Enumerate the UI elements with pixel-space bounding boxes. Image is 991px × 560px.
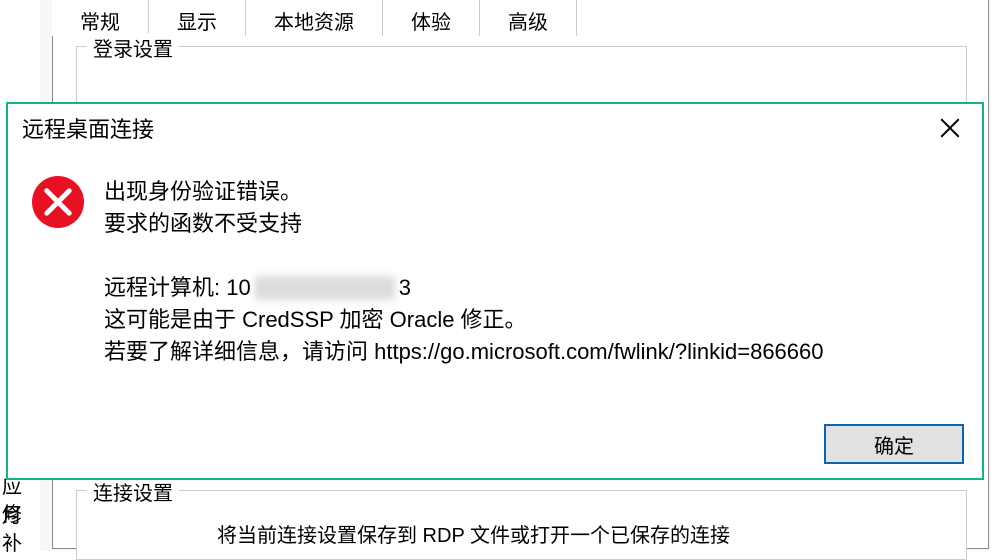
- error-dialog: 远程桌面连接 出现身份验证错误。 要求的函数不受支持 远程计算机: 10: [6, 102, 984, 480]
- tab-advanced[interactable]: 高级: [480, 0, 577, 36]
- tab-general[interactable]: 常规: [52, 0, 149, 36]
- msg-line-2: 要求的函数不受支持: [104, 208, 962, 240]
- tab-display[interactable]: 显示: [149, 0, 246, 36]
- tab-local[interactable]: 本地资源: [246, 0, 383, 36]
- dialog-footer: 确定: [824, 424, 964, 464]
- connection-settings-group: 连接设置 将当前连接设置保存到 RDP 文件或打开一个已保存的连接: [76, 490, 967, 560]
- remote-prefix: 远程计算机: 10: [104, 272, 251, 304]
- ok-button[interactable]: 确定: [824, 424, 964, 464]
- connection-settings-label: 连接设置: [87, 477, 179, 506]
- msg-line-5: 若要了解详细信息，请访问 https://go.microsoft.com/fw…: [104, 336, 962, 368]
- close-button[interactable]: [928, 110, 972, 146]
- left-label-b: 修补: [2, 498, 40, 556]
- dialog-titlebar: 远程桌面连接: [8, 104, 982, 148]
- close-icon: [940, 118, 960, 138]
- dialog-body: 出现身份验证错误。 要求的函数不受支持 远程计算机: 10 3 这可能是由于 C…: [8, 148, 982, 378]
- msg-line-4: 这可能是由于 CredSSP 加密 Oracle 修正。: [104, 304, 962, 336]
- icon-column: [32, 176, 104, 368]
- tab-experience[interactable]: 体验: [383, 0, 480, 36]
- error-x-icon: [32, 176, 84, 228]
- message-column: 出现身份验证错误。 要求的函数不受支持 远程计算机: 10 3 这可能是由于 C…: [104, 176, 962, 368]
- remote-suffix: 3: [399, 272, 411, 304]
- msg-remote-computer: 远程计算机: 10 3: [104, 272, 962, 304]
- tabs-row: 常规 显示 本地资源 体验 高级: [52, 0, 577, 36]
- login-settings-label: 登录设置: [87, 33, 179, 62]
- connection-settings-hint: 将当前连接设置保存到 RDP 文件或打开一个已保存的连接: [217, 519, 730, 548]
- redacted-ip: [255, 276, 395, 300]
- dialog-title: 远程桌面连接: [22, 112, 154, 144]
- login-settings-group: 登录设置: [76, 46, 967, 106]
- msg-line-1: 出现身份验证错误。: [104, 176, 962, 208]
